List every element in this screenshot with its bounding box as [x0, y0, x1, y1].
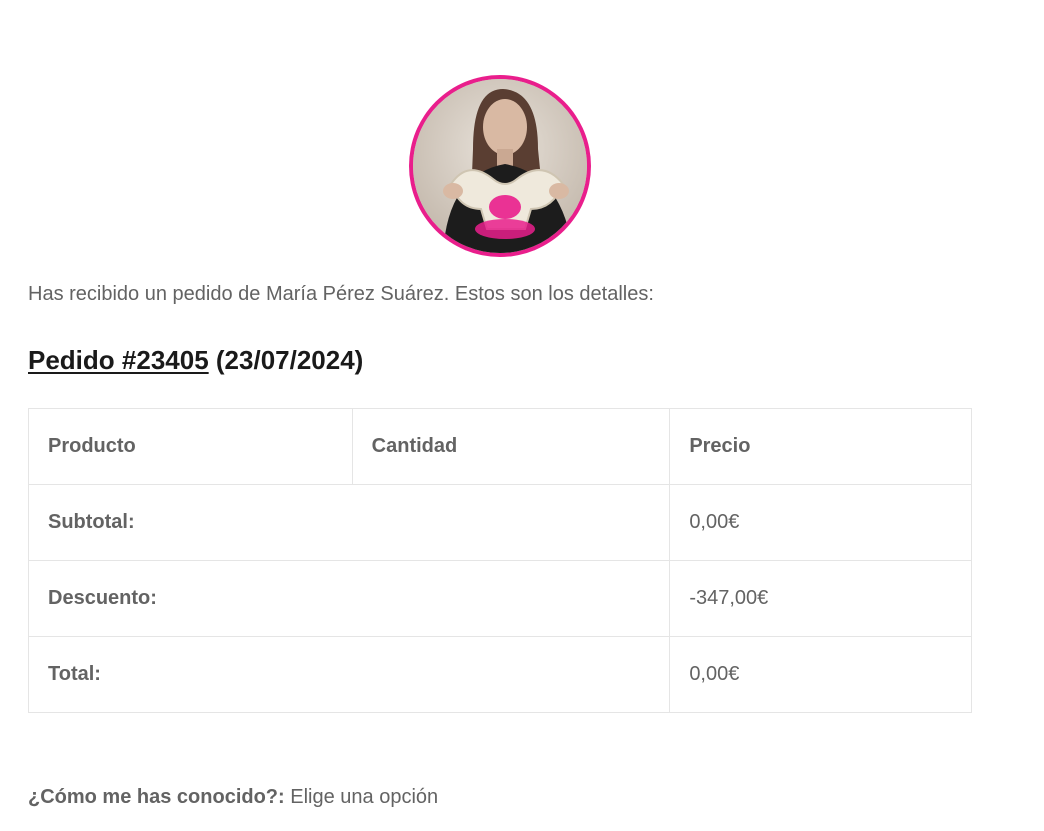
table-header-row: Producto Cantidad Precio: [28, 408, 972, 485]
intro-text: Has recibido un pedido de María Pérez Su…: [28, 283, 654, 305]
header-precio: Precio: [669, 408, 972, 485]
order-table: Producto Cantidad Precio Subtotal: 0,00€…: [27, 408, 972, 713]
header-cantidad: Cantidad: [351, 408, 671, 485]
table-row: Subtotal: 0,00€: [27, 484, 972, 561]
avatar: [409, 75, 591, 257]
table-row: Descuento: -347,00€: [27, 560, 972, 637]
total-label: Total:: [27, 636, 671, 713]
discount-label: Descuento:: [27, 560, 671, 637]
order-title: Pedido #23405 (23/07/2024): [28, 344, 363, 376]
how-found-me: ¿Cómo me has conocido?: Elige una opción: [28, 785, 438, 809]
table-row: Total: 0,00€: [27, 636, 972, 713]
total-value: 0,00€: [669, 636, 972, 713]
subtotal-value: 0,00€: [669, 484, 972, 561]
avatar-image: [413, 79, 587, 253]
discount-value: -347,00€: [669, 560, 972, 637]
email-page: Has recibido un pedido de María Pérez Su…: [0, 0, 1044, 831]
order-link[interactable]: Pedido #23405: [28, 345, 209, 375]
subtotal-label: Subtotal:: [27, 484, 671, 561]
header-producto: Producto: [28, 408, 353, 485]
order-date: (23/07/2024): [215, 345, 364, 375]
question-value: Elige una opción: [290, 786, 439, 808]
question-label: ¿Cómo me has conocido?:: [28, 786, 285, 808]
